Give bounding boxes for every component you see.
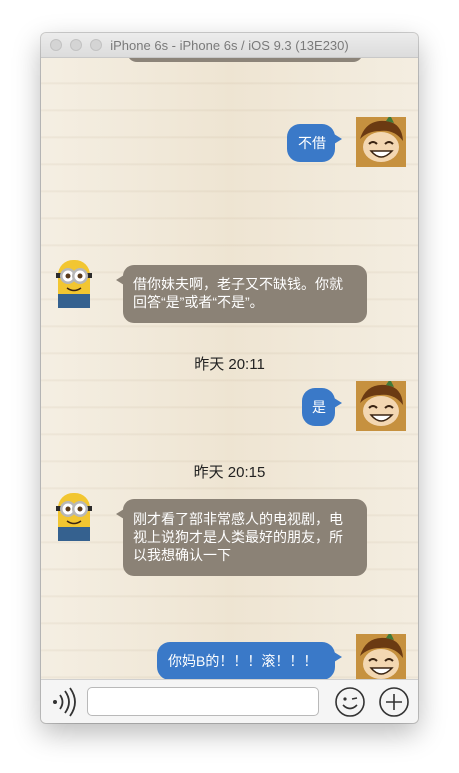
previous-message-bubble [127,58,363,62]
timestamp: 昨天 20:15 [193,464,266,481]
minion-avatar-icon [56,260,92,308]
cartoon-boy-avatar-icon [356,381,406,431]
my-avatar[interactable] [356,634,406,679]
title-bar: iPhone 6s - iPhone 6s / iOS 9.3 (13E230) [41,33,418,58]
window-title: iPhone 6s - iPhone 6s / iOS 9.3 (13E230) [110,38,349,53]
message-bubble-sent[interactable]: 你妈B的！！！滚！！！ [157,642,342,679]
message-bubble-sent[interactable]: 是 [302,388,342,426]
message-line: 借你妹夫啊，老子又不缺钱。你就 [133,276,343,292]
message-text: 你妈B的！！！滚！！！ [168,653,318,669]
chat-screen[interactable]: 不借 借你妹夫啊，老子又不缺钱。你就 回答“是”或者“不是”。 昨天 20:11 [41,58,418,679]
cartoon-boy-avatar-icon [356,634,406,679]
friend-avatar[interactable] [49,491,99,541]
my-avatar[interactable] [356,117,406,167]
simulator-window: iPhone 6s - iPhone 6s / iOS 9.3 (13E230)… [41,33,418,723]
message-line: 视上说狗才是人类最好的朋友，所 [133,529,343,545]
message-line: 刚才看了部非常感人的电视剧，电 [133,511,343,527]
chat-input-bar [41,679,418,723]
message-line: 以我想确认一下 [133,547,231,563]
minion-avatar-icon [56,493,92,541]
timestamp: 昨天 20:11 [194,356,265,373]
plus-circle-icon[interactable] [378,686,410,718]
voice-wave-icon[interactable] [49,686,81,718]
message-text: 是 [312,399,326,415]
friend-avatar[interactable] [49,258,99,308]
my-avatar[interactable] [356,381,406,431]
smiley-face-icon[interactable] [334,686,366,718]
message-bubble-received[interactable]: 刚才看了部非常感人的电视剧，电 视上说狗才是人类最好的朋友，所 以我想确认一下 [116,499,367,576]
cartoon-boy-avatar-icon [356,117,406,167]
message-bubble-sent[interactable]: 不借 [287,124,342,162]
message-text: 不借 [298,135,326,151]
message-input[interactable] [87,687,319,716]
message-line: 回答“是”或者“不是”。 [133,294,264,310]
message-bubble-received[interactable]: 借你妹夫啊，老子又不缺钱。你就 回答“是”或者“不是”。 [116,265,367,323]
